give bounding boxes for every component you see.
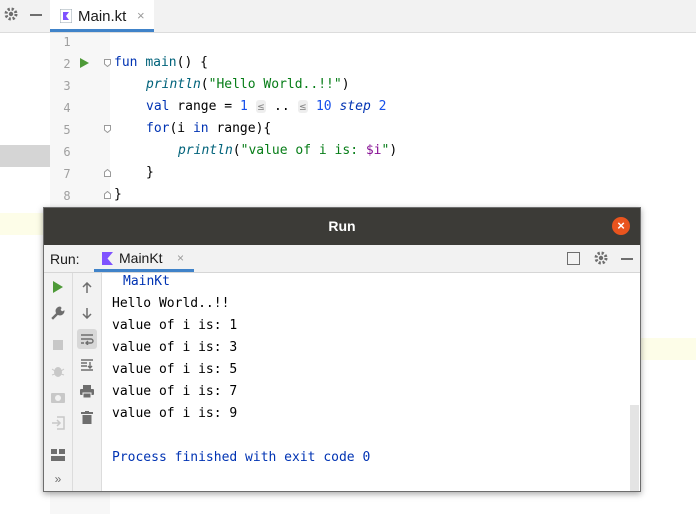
window-title: Run <box>328 218 356 234</box>
layout-icon[interactable] <box>567 252 580 265</box>
code-text: (i <box>169 121 193 136</box>
code-line[interactable]: } <box>114 187 122 202</box>
close-icon[interactable]: × <box>137 8 145 23</box>
code-text: ( <box>200 77 209 92</box>
scroll-to-end-icon[interactable] <box>77 355 97 375</box>
code-text: ) <box>341 77 350 92</box>
arrow-up-icon[interactable] <box>77 278 97 298</box>
editor-tab-bar: Main.kt × <box>50 0 696 33</box>
window-title-bar[interactable]: Run × <box>44 208 640 245</box>
gear-icon[interactable] <box>3 6 19 22</box>
function-call: println <box>178 143 233 158</box>
line-number: 4 <box>63 101 71 115</box>
print-icon[interactable] <box>77 381 97 401</box>
play-icon[interactable] <box>48 277 68 297</box>
tab-mainkt[interactable]: MainKt × <box>94 245 194 272</box>
code-line[interactable]: } <box>146 165 154 180</box>
code-text: ( <box>232 143 241 158</box>
stop-icon[interactable] <box>48 335 68 355</box>
code-text: ) <box>389 143 398 158</box>
console-header: MainKt <box>123 274 170 289</box>
string-literal: "value of i is: <box>240 143 366 158</box>
run-gutter-icon[interactable] <box>80 58 89 68</box>
inlay-hint: ≤ <box>255 100 267 113</box>
trash-icon[interactable] <box>77 407 97 427</box>
code-text: range = <box>169 99 240 114</box>
run-label: Run: <box>50 251 80 267</box>
line-number: 2 <box>63 57 71 71</box>
keyword: val <box>146 99 170 114</box>
line-number: 8 <box>63 189 71 203</box>
tab-label: MainKt <box>119 250 163 266</box>
camera-icon[interactable] <box>48 387 68 407</box>
number-literal: 10 <box>315 99 332 114</box>
code-line[interactable]: println("value of i is: $i") <box>178 143 397 158</box>
tab-main-kt[interactable]: Main.kt × <box>50 0 154 32</box>
string-literal: "Hello World..!!" <box>208 77 342 92</box>
number-literal: 2 <box>378 99 387 114</box>
code-line[interactable]: for(i in range){ <box>146 121 271 136</box>
line-number: 3 <box>63 79 71 93</box>
tab-label: Main.kt <box>78 8 127 25</box>
console-line: value of i is: 5 <box>112 362 238 377</box>
run-toolbar-left: » <box>44 273 73 491</box>
keyword: fun <box>114 55 138 70</box>
inlay-hint: ≤ <box>297 100 309 113</box>
fold-icon[interactable] <box>104 169 111 177</box>
close-icon[interactable]: × <box>177 251 184 265</box>
function-name: main <box>145 55 177 70</box>
caret-row-highlight <box>640 338 696 360</box>
login-icon[interactable] <box>48 413 68 433</box>
exit-message: Process finished with exit code 0 <box>112 450 371 465</box>
minus-icon[interactable] <box>621 258 633 260</box>
number-literal: 1 <box>239 99 248 114</box>
more-icon[interactable]: » <box>48 469 68 489</box>
fold-icon[interactable] <box>104 125 111 133</box>
fold-icon[interactable] <box>104 191 111 199</box>
console-line: value of i is: 7 <box>112 384 238 399</box>
line-number: 6 <box>63 145 71 159</box>
close-icon[interactable]: × <box>612 217 630 235</box>
minus-icon[interactable] <box>30 14 42 16</box>
code-text: () { <box>176 55 208 70</box>
code-line[interactable]: val range = 1 ≤ .. ≤ 10 step 2 <box>146 99 386 114</box>
code-text: .. <box>274 99 290 114</box>
keyword: for <box>146 121 170 136</box>
fold-icon[interactable] <box>104 59 111 67</box>
run-tool-window: Run × Run: MainKt × » MainKt Hello World… <box>43 207 641 492</box>
kotlin-icon <box>102 252 113 265</box>
console-line: Hello World..!! <box>112 296 230 311</box>
console-scrollbar[interactable] <box>630 405 639 491</box>
code-text: range){ <box>208 121 272 136</box>
keyword: in <box>192 121 209 136</box>
debug-icon[interactable] <box>48 361 68 381</box>
line-number: 5 <box>63 123 71 137</box>
console-line: value of i is: 1 <box>112 318 238 333</box>
arrow-down-icon[interactable] <box>77 303 97 323</box>
keyword: step <box>339 99 371 114</box>
run-tab-bar: Run: MainKt × <box>44 245 640 273</box>
console-line: value of i is: 9 <box>112 406 238 421</box>
line-number: 1 <box>63 35 71 49</box>
project-panel-header <box>0 0 50 33</box>
console-output[interactable]: MainKt Hello World..!! value of i is: 1 … <box>102 273 630 491</box>
soft-wrap-icon[interactable] <box>77 329 97 349</box>
wrench-icon[interactable] <box>48 303 68 323</box>
kotlin-file-icon <box>60 9 72 23</box>
string-template: $i <box>365 143 382 158</box>
function-call: println <box>146 77 201 92</box>
gear-icon[interactable] <box>593 250 609 266</box>
code-line[interactable]: println("Hello World..!!") <box>146 77 350 92</box>
code-line[interactable]: fun main() { <box>114 55 208 70</box>
line-number: 7 <box>63 167 71 181</box>
layout-grid-icon[interactable] <box>48 445 68 465</box>
selected-tree-row[interactable] <box>0 145 50 167</box>
console-line: value of i is: 3 <box>112 340 238 355</box>
run-toolbar-right <box>73 273 102 491</box>
